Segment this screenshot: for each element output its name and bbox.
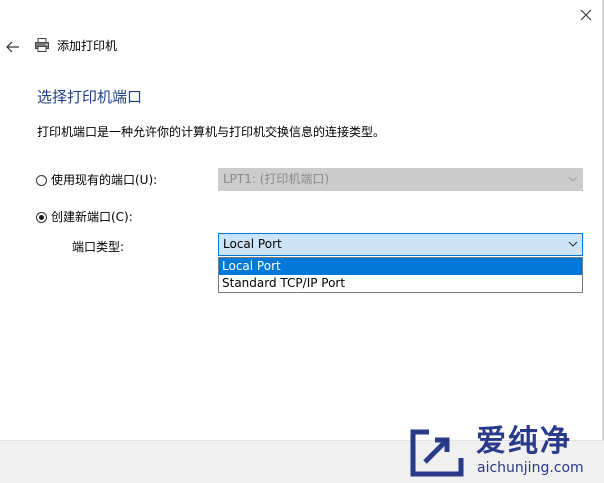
dropdown-option-tcpip-port[interactable]: Standard TCP/IP Port [219,275,582,292]
chevron-down-icon [568,176,578,182]
back-arrow-icon [6,41,19,53]
new-port-radio-circle[interactable] [36,211,47,223]
header-title: 添加打印机 [57,39,118,53]
port-type-select[interactable]: Local Port [218,233,583,256]
existing-port-radio-circle[interactable] [36,174,47,186]
close-icon [580,9,592,21]
watermark-logo-icon [410,429,464,477]
close-button[interactable] [570,3,602,27]
wizard-header: 添加打印机 [0,32,400,60]
existing-port-select: LPT1: (打印机端口) [218,168,583,191]
page-title: 选择打印机端口 [37,88,143,106]
printer-icon [34,37,52,55]
watermark-name: 爱纯净 [476,424,572,459]
new-port-label: 创建新端口(C): [51,210,133,224]
new-port-radio[interactable]: 创建新端口(C): [36,209,133,225]
existing-port-value: LPT1: (打印机端口) [223,172,330,186]
dropdown-option-local-port[interactable]: Local Port [219,258,582,275]
add-printer-window: 添加打印机 选择打印机端口 打印机端口是一种允许你的计算机与打印机交换信息的连接… [0,0,604,483]
port-type-dropdown: Local Port Standard TCP/IP Port [218,257,583,293]
watermark-url: aichunjing.com [477,460,584,476]
back-button[interactable] [6,38,24,54]
chevron-down-icon [568,241,578,247]
existing-port-radio[interactable]: 使用现有的端口(U): [36,172,157,188]
existing-port-label: 使用现有的端口(U): [51,173,158,187]
page-description: 打印机端口是一种允许你的计算机与打印机交换信息的连接类型。 [37,125,386,139]
port-type-value: Local Port [223,237,282,251]
port-type-label: 端口类型: [72,240,125,254]
